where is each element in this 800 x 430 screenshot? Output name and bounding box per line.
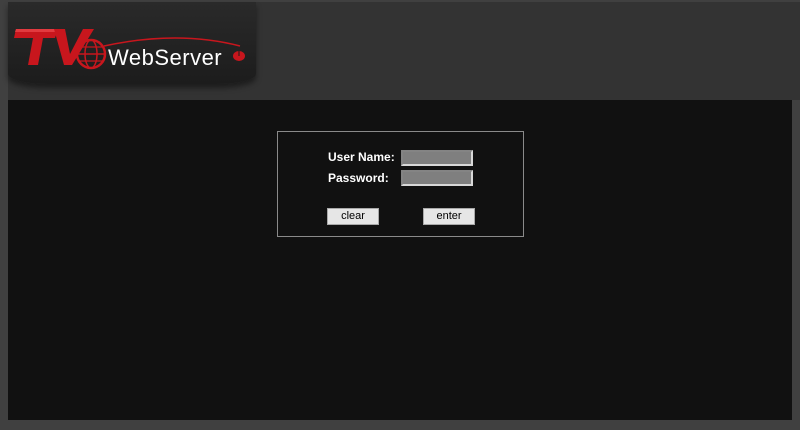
tv-logo-mark xyxy=(14,29,245,70)
clear-button[interactable]: clear xyxy=(327,208,379,225)
logo: WebServer xyxy=(8,2,256,84)
password-field[interactable] xyxy=(401,170,473,186)
username-field[interactable] xyxy=(401,150,473,166)
enter-button[interactable]: enter xyxy=(423,208,475,225)
logo-text: WebServer xyxy=(108,45,223,70)
password-label: Password: xyxy=(328,171,389,185)
main-content: User Name: Password: clear enter xyxy=(8,100,792,420)
username-label: User Name: xyxy=(328,150,395,164)
header-bar: WebServer xyxy=(8,2,800,100)
login-panel: User Name: Password: clear enter xyxy=(277,131,524,237)
